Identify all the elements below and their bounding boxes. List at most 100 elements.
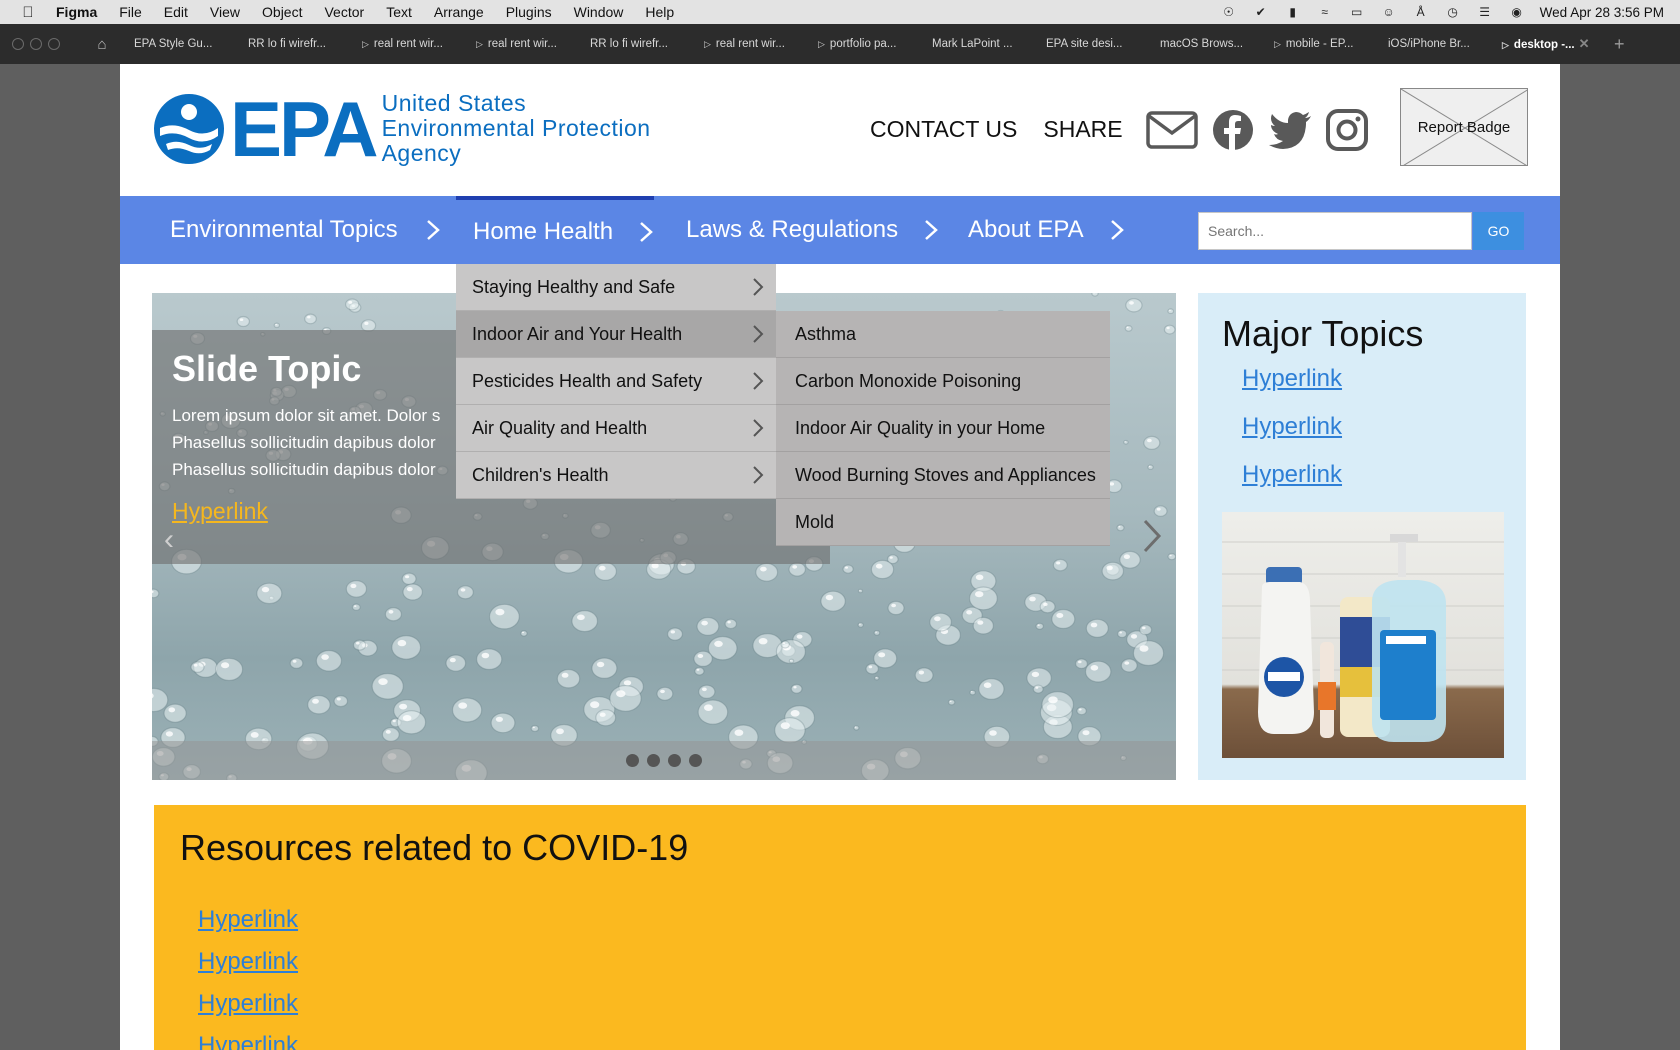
chevron-right-icon: [753, 278, 764, 296]
nav-item-label: About EPA: [968, 216, 1084, 243]
nav-environmental-topics[interactable]: Environmental Topics: [170, 196, 440, 264]
figma-file-tab[interactable]: RR lo fi wirefr...: [578, 38, 692, 50]
home-health-dropdown: Staying Healthy and Safe Indoor Air and …: [456, 264, 776, 499]
covid-hyperlink[interactable]: Hyperlink: [198, 1032, 298, 1050]
close-window-button[interactable]: [12, 38, 24, 50]
figma-file-tab[interactable]: ▷ real rent wir...: [692, 38, 806, 50]
wifi-icon[interactable]: ≈: [1316, 5, 1334, 19]
home-icon[interactable]: ⌂: [82, 36, 122, 53]
apple-icon[interactable]: : [0, 4, 56, 21]
creative-cloud-icon[interactable]: ☉: [1220, 5, 1238, 19]
menubar-clock[interactable]: Wed Apr 28 3:56 PM: [1540, 5, 1664, 20]
main-nav: Environmental Topics Home Health Laws & …: [120, 196, 1560, 264]
user-icon[interactable]: ☺: [1380, 5, 1398, 19]
dropdown-item-label: Children's Health: [472, 464, 609, 485]
figma-file-tab[interactable]: ▷ real rent wir...: [350, 38, 464, 50]
instagram-icon[interactable]: [1326, 109, 1368, 151]
menu-file[interactable]: File: [108, 4, 153, 20]
tab-label: Mark LaPoint ...: [932, 38, 1013, 50]
carousel-prev-icon[interactable]: ‹: [164, 523, 174, 557]
menu-text[interactable]: Text: [375, 4, 423, 20]
dropdown-item-air-quality[interactable]: Air Quality and Health: [456, 405, 776, 452]
menu-edit[interactable]: Edit: [153, 4, 199, 20]
figma-file-tab[interactable]: EPA Style Gu...: [122, 38, 236, 50]
submenu-item-asthma[interactable]: Asthma: [776, 311, 1110, 358]
report-badge-placeholder[interactable]: Report Badge: [1400, 88, 1528, 166]
display-icon[interactable]: ▭: [1348, 5, 1366, 19]
tab-label: portfolio pa...: [829, 38, 897, 50]
bluetooth-icon[interactable]: Å: [1412, 5, 1430, 19]
figma-file-tab[interactable]: ▷ real rent wir...: [464, 38, 578, 50]
figma-file-tab[interactable]: ▷ desktop -... ✕: [1490, 36, 1600, 52]
covid-resources-section: Resources related to COVID-19 Hyperlink …: [154, 805, 1526, 1050]
menu-plugins[interactable]: Plugins: [495, 4, 563, 20]
menu-window[interactable]: Window: [563, 4, 635, 20]
submenu-item-indoor-air-quality[interactable]: Indoor Air Quality in your Home: [776, 405, 1110, 452]
figma-file-tab[interactable]: iOS/iPhone Br...: [1376, 38, 1490, 50]
tab-label: mobile - EP...: [1285, 38, 1354, 50]
nav-home-health[interactable]: Home Health: [456, 196, 654, 264]
menu-object[interactable]: Object: [251, 4, 313, 20]
menu-help[interactable]: Help: [634, 4, 685, 20]
status-area: ☉ ✔ ▮ ≈ ▭ ☺ Å ◷ ☰ ◉ Wed Apr 28 3:56 PM: [1220, 5, 1680, 20]
email-icon[interactable]: [1146, 110, 1198, 150]
new-tab-button[interactable]: +: [1614, 34, 1625, 55]
design-frame: EPA United States Environmental Protecti…: [120, 64, 1560, 1050]
sidebar-hyperlink[interactable]: Hyperlink: [1242, 413, 1342, 441]
siri-icon[interactable]: ◉: [1508, 5, 1526, 19]
sidebar-hyperlink[interactable]: Hyperlink: [1242, 365, 1342, 393]
covid-hyperlink[interactable]: Hyperlink: [198, 906, 298, 934]
covid-title: Resources related to COVID-19: [180, 827, 689, 868]
covid-hyperlink[interactable]: Hyperlink: [198, 990, 298, 1018]
control-center-icon[interactable]: ☰: [1476, 5, 1494, 19]
dropdown-item-staying-healthy[interactable]: Staying Healthy and Safe: [456, 264, 776, 311]
figma-file-tab[interactable]: ▷ mobile - EP...: [1262, 38, 1376, 50]
zoom-window-button[interactable]: [48, 38, 60, 50]
dropdown-item-label: Pesticides Health and Safety: [472, 370, 703, 391]
sidebar-hyperlink[interactable]: Hyperlink: [1242, 461, 1342, 489]
carousel-next-icon[interactable]: [1142, 518, 1162, 554]
nav-laws-regulations[interactable]: Laws & Regulations: [686, 196, 938, 264]
figma-file-tab[interactable]: EPA site desi...: [1034, 38, 1148, 50]
carousel-dot[interactable]: [647, 754, 660, 767]
submenu-item-carbon-monoxide[interactable]: Carbon Monoxide Poisoning: [776, 358, 1110, 405]
carousel-dot[interactable]: [668, 754, 681, 767]
submenu-item-mold[interactable]: Mold: [776, 499, 1110, 546]
nav-about-epa[interactable]: About EPA: [968, 196, 1124, 264]
submenu-item-wood-stoves[interactable]: Wood Burning Stoves and Appliances: [776, 452, 1110, 499]
slide-hyperlink[interactable]: Hyperlink: [172, 498, 268, 525]
close-tab-icon[interactable]: ✕: [1579, 36, 1590, 51]
chevron-right-icon: [753, 372, 764, 390]
macos-menubar:  Figma File Edit View Object Vector Tex…: [0, 0, 1680, 24]
figma-file-tab[interactable]: RR lo fi wirefr...: [236, 38, 350, 50]
check-icon[interactable]: ✔: [1252, 5, 1270, 19]
facebook-icon[interactable]: [1212, 109, 1254, 151]
carousel-dot[interactable]: [626, 754, 639, 767]
epa-logo[interactable]: EPA United States Environmental Protecti…: [152, 90, 651, 168]
dropdown-item-indoor-air[interactable]: Indoor Air and Your Health: [456, 311, 776, 358]
social-links: [1146, 109, 1368, 151]
menu-view[interactable]: View: [199, 4, 251, 20]
figma-file-tab[interactable]: ▷ portfolio pa...: [806, 38, 920, 50]
dropdown-item-childrens-health[interactable]: Children's Health: [456, 452, 776, 499]
minimize-window-button[interactable]: [30, 38, 42, 50]
menu-app-name[interactable]: Figma: [56, 4, 108, 20]
nav-item-label: Laws & Regulations: [686, 216, 899, 243]
time-machine-icon[interactable]: ◷: [1444, 5, 1462, 19]
tab-label: RR lo fi wirefr...: [590, 38, 668, 50]
nav-item-label: Home Health: [473, 218, 614, 245]
covid-hyperlink[interactable]: Hyperlink: [198, 948, 298, 976]
tab-label: EPA site desi...: [1046, 38, 1123, 50]
twitter-icon[interactable]: [1268, 111, 1312, 149]
menu-arrange[interactable]: Arrange: [423, 4, 495, 20]
window-controls: [0, 38, 82, 50]
dropdown-item-pesticides[interactable]: Pesticides Health and Safety: [456, 358, 776, 405]
figma-file-tab[interactable]: macOS Brows...: [1148, 38, 1262, 50]
figma-file-tab[interactable]: Mark LaPoint ...: [920, 38, 1034, 50]
search-input[interactable]: [1198, 212, 1472, 250]
menu-vector[interactable]: Vector: [313, 4, 375, 20]
search-go-button[interactable]: GO: [1473, 212, 1524, 250]
contact-us-link[interactable]: CONTACT US: [870, 116, 1017, 143]
carousel-dot[interactable]: [689, 754, 702, 767]
battery-icon[interactable]: ▮: [1284, 5, 1302, 19]
